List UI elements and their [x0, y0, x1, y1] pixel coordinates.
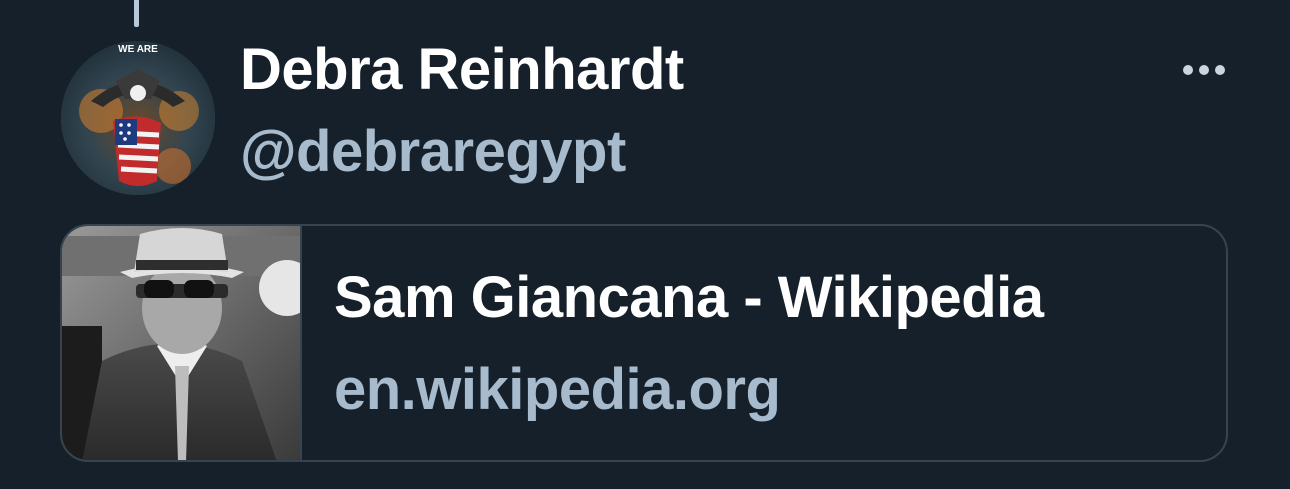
avatar[interactable]: WE ARE — [61, 41, 215, 195]
link-preview-card[interactable]: Sam Giancana - Wikipedia en.wikipedia.or… — [60, 224, 1228, 462]
card-thumbnail-photo — [62, 226, 300, 460]
card-title: Sam Giancana - Wikipedia — [334, 265, 1044, 330]
display-name[interactable]: Debra Reinhardt — [240, 36, 684, 103]
thread-connector-line — [134, 0, 139, 27]
avatar-image: WE ARE — [61, 41, 215, 195]
more-options-button[interactable] — [1172, 52, 1236, 88]
avatar-logo-text: WE ARE — [118, 44, 158, 55]
card-thumbnail — [62, 226, 302, 460]
card-domain: en.wikipedia.org — [334, 357, 781, 422]
more-horizontal-icon — [1183, 65, 1225, 75]
user-handle[interactable]: @debraregypt — [240, 118, 626, 185]
